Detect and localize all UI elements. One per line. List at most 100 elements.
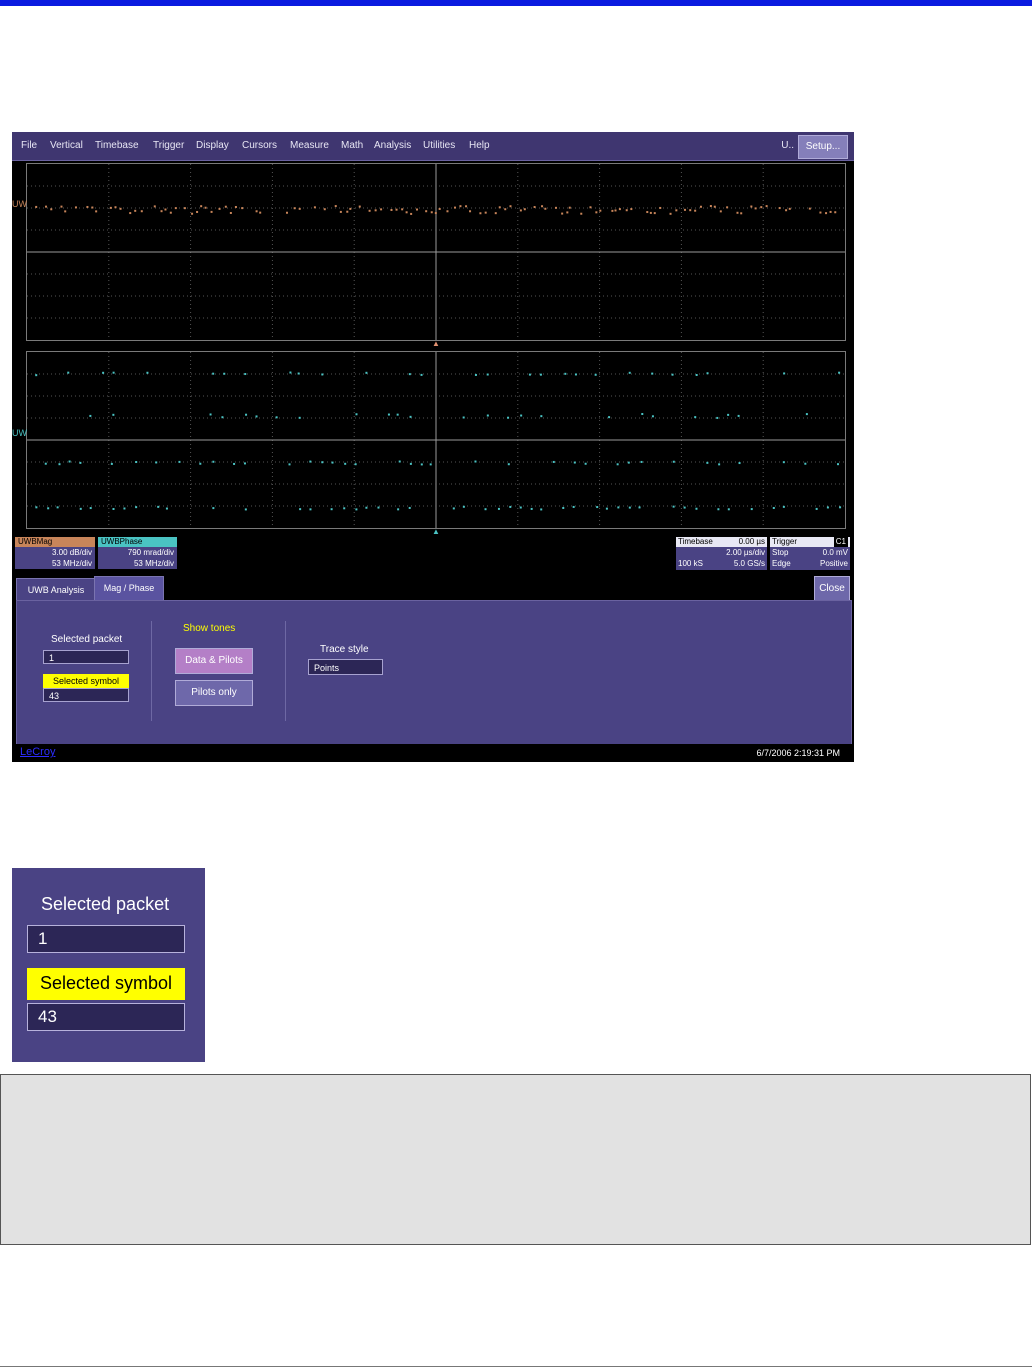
- trigger-box[interactable]: Trigger C1 Stop 0.0 mV Edge Positive: [770, 537, 850, 570]
- trace-point: [293, 207, 296, 210]
- trace-point: [298, 207, 301, 210]
- trace-point: [355, 508, 358, 511]
- timebase-delay: 0.00 µs: [738, 537, 765, 546]
- trace-point: [420, 463, 423, 466]
- trace-point: [321, 373, 324, 376]
- trace-point: [309, 460, 312, 463]
- trace-point: [178, 460, 181, 463]
- trace-point: [123, 507, 126, 510]
- trace-point: [140, 210, 143, 213]
- trace-point: [234, 206, 237, 209]
- trace-point: [683, 208, 686, 211]
- trace-point: [109, 206, 112, 209]
- trace-point: [608, 416, 611, 419]
- menu-display[interactable]: Display: [196, 140, 229, 151]
- trace-point: [395, 208, 398, 211]
- menu-utilities[interactable]: Utilities: [423, 140, 455, 151]
- trace-point: [469, 210, 472, 213]
- trace-point: [56, 506, 59, 509]
- zoom-selected-packet-field[interactable]: 1: [27, 925, 185, 953]
- trace-point: [334, 205, 337, 208]
- tab-uwb-analysis[interactable]: UWB Analysis: [16, 578, 96, 602]
- show-tones-label: Show tones: [183, 623, 236, 634]
- trace-point: [628, 506, 631, 509]
- trigger-level: 0.0 mV: [822, 548, 848, 557]
- trace-point: [164, 208, 167, 211]
- trace-point: [782, 505, 785, 508]
- trace-point: [44, 462, 47, 465]
- trace-point: [255, 415, 258, 418]
- trace-point: [396, 413, 399, 416]
- trace-point: [355, 413, 358, 416]
- trace-point: [638, 506, 641, 509]
- phase-channel-box[interactable]: UWBPhase 790 mrad/div 53 MHz/div: [98, 537, 177, 569]
- mag-channel-freq: 53 MHz/div: [15, 558, 95, 569]
- trace-point: [782, 461, 785, 464]
- trace-point: [330, 508, 333, 511]
- menu-math[interactable]: Math: [341, 140, 363, 151]
- selected-packet-field[interactable]: 1: [43, 650, 129, 664]
- selected-symbol-field[interactable]: 43: [43, 688, 129, 702]
- trace-point: [438, 207, 441, 210]
- menu-vertical[interactable]: Vertical: [50, 140, 83, 151]
- trigger-title: Trigger: [772, 537, 798, 546]
- trace-point: [683, 506, 686, 509]
- trace-point: [112, 371, 115, 374]
- pilots-only-button[interactable]: Pilots only: [175, 680, 253, 706]
- data-pilots-button[interactable]: Data & Pilots: [175, 648, 253, 674]
- trace-point: [659, 206, 662, 209]
- trace-point: [778, 207, 781, 210]
- trace-point: [804, 462, 807, 465]
- trace-point: [430, 211, 433, 214]
- trace-point: [212, 460, 215, 463]
- trace-point: [509, 205, 512, 208]
- zoom-selected-packet-label: Selected packet: [41, 894, 170, 914]
- trace-point: [520, 414, 523, 417]
- trace-style-select[interactable]: Points: [308, 659, 383, 675]
- trace-point: [689, 209, 692, 212]
- status-footer: LeCroy 6/7/2006 2:19:31 PM: [12, 744, 854, 762]
- trace-point: [398, 460, 401, 463]
- mag-channel-box[interactable]: UWBMag 3.00 dB/div 53 MHz/div: [15, 537, 95, 569]
- trace-point: [815, 507, 818, 510]
- trace-point: [819, 211, 822, 214]
- header-rule: [0, 0, 1032, 6]
- menu-measure[interactable]: Measure: [290, 140, 329, 151]
- trace-point: [611, 209, 614, 212]
- setup-button[interactable]: Setup...: [798, 135, 848, 159]
- menu-help[interactable]: Help: [469, 140, 490, 151]
- trace-point: [204, 206, 207, 209]
- menu-analysis[interactable]: Analysis: [374, 140, 411, 151]
- trace-point: [212, 507, 215, 510]
- close-button[interactable]: Close: [814, 576, 850, 602]
- trigger-mode: Stop: [772, 548, 789, 557]
- trace-point: [408, 373, 411, 376]
- trace-point: [229, 211, 232, 214]
- menu-cursors[interactable]: Cursors: [242, 140, 277, 151]
- menu-u[interactable]: U..: [781, 140, 794, 151]
- trace-point: [750, 205, 753, 208]
- trace-point: [646, 211, 649, 214]
- timebase-samples: 100 kS: [678, 559, 703, 568]
- trace-point: [224, 205, 227, 208]
- lecroy-logo: LeCroy: [20, 746, 56, 758]
- trace-point: [169, 211, 172, 214]
- trace-point: [713, 205, 716, 208]
- menu-file[interactable]: File: [21, 140, 37, 151]
- trace-point: [191, 212, 194, 215]
- trace-point: [718, 463, 721, 466]
- trace-point: [452, 507, 455, 510]
- zoom-selected-symbol-field[interactable]: 43: [27, 1003, 185, 1031]
- trace-point: [552, 460, 555, 463]
- menu-timebase[interactable]: Timebase: [95, 140, 139, 151]
- timebase-box[interactable]: Timebase 0.00 µs 2.00 µs/div 100 kS 5.0 …: [676, 537, 767, 570]
- trace-point: [717, 508, 720, 511]
- trace-point: [829, 210, 832, 213]
- menu-trigger[interactable]: Trigger: [153, 140, 184, 151]
- trace-point: [377, 506, 380, 509]
- trace-point: [368, 209, 371, 212]
- tab-mag-phase[interactable]: Mag / Phase: [94, 576, 164, 602]
- trace-point: [244, 373, 247, 376]
- trace-point: [454, 206, 457, 209]
- trace-point: [826, 506, 829, 509]
